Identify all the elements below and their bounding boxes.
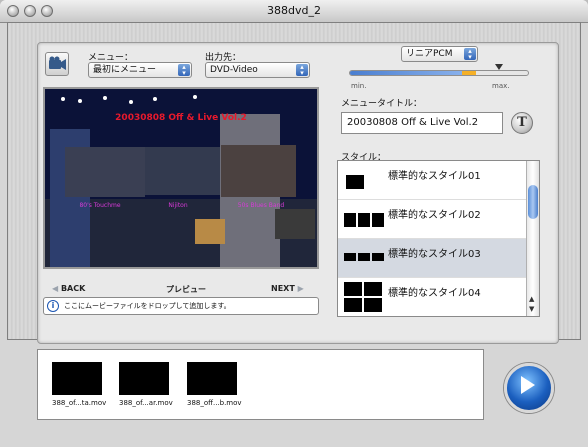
play-icon xyxy=(521,376,535,394)
style-item-02[interactable]: 標準的なスタイル02 xyxy=(338,200,528,239)
style-item-label: 標準的なスタイル02 xyxy=(388,210,481,221)
window-title: 388dvd_2 xyxy=(267,4,321,17)
movie-file[interactable]: 388_of...ar.mov xyxy=(119,362,173,407)
next-label: NEXT xyxy=(271,284,295,293)
triangle-right-icon: ▶ xyxy=(297,284,304,293)
preview-title: 20030808 Off & Live Vol.2 xyxy=(115,113,247,123)
slider-highlight xyxy=(462,71,476,75)
scroll-down-icon[interactable]: ▼ xyxy=(529,305,534,313)
layout-1-icon xyxy=(346,175,364,189)
font-button[interactable]: T xyxy=(511,112,533,134)
next-button[interactable]: NEXT ▶ xyxy=(271,284,304,293)
style-item-label: 標準的なスタイル03 xyxy=(388,249,481,260)
audio-format-value: リニアPCM xyxy=(406,49,453,59)
style-list[interactable]: 標準的なスタイル01 標準的なスタイル02 標準的なスタイル03 標準的なスタイ… xyxy=(337,160,540,317)
layout-3-icon xyxy=(372,253,384,261)
movie-file-name: 388_of...ta.mov xyxy=(52,399,107,407)
camera-icon xyxy=(49,56,66,70)
movie-file-name: 388_of...ar.mov xyxy=(119,399,173,407)
drop-hint-text: ここにムービーファイルをドロップして追加します。 xyxy=(64,302,231,310)
updown-arrows-icon: ▴ ▾ xyxy=(178,64,190,77)
menu-title-field[interactable]: 20030808 Off & Live Vol.2 xyxy=(341,112,503,134)
movie-thumbnail xyxy=(119,362,169,395)
scroll-up-icon[interactable]: ▲ xyxy=(529,295,534,303)
layout-3-icon xyxy=(358,253,370,261)
app-window: 388dvd_2 メニュー： 最初にメニュー ▴ ▾ 出力先： DVD-Video… xyxy=(0,0,588,447)
updown-arrows-icon: ▴ ▾ xyxy=(464,48,476,61)
triangle-left-icon: ◀ xyxy=(52,284,59,293)
layout-2-icon xyxy=(344,213,356,227)
style-item-03[interactable]: 標準的なスタイル03 xyxy=(338,239,528,278)
style-item-04[interactable]: 標準的なスタイル04 xyxy=(338,278,528,316)
style-list-scrollbar[interactable]: ▲ ▼ xyxy=(526,161,539,316)
camera-button[interactable] xyxy=(45,52,69,76)
back-label: BACK xyxy=(60,284,86,293)
layout-4-icon xyxy=(344,282,362,296)
audio-quality-slider[interactable] xyxy=(349,64,529,76)
menu-title-label: メニュータイトル： xyxy=(341,99,423,109)
updown-arrows-icon: ▴ ▾ xyxy=(296,64,308,77)
layout-2-icon xyxy=(358,213,370,227)
slider-fill xyxy=(350,71,475,75)
menu-select[interactable]: 最初にメニュー ▴ ▾ xyxy=(88,62,192,78)
layout-2-icon xyxy=(372,213,384,227)
style-item-label: 標準的なスタイル04 xyxy=(388,288,481,299)
drop-hint-bar: i ここにムービーファイルをドロップして追加します。 xyxy=(43,297,319,315)
layout-3-icon xyxy=(344,253,356,261)
info-icon: i xyxy=(47,300,59,312)
scroll-thumb[interactable] xyxy=(528,185,538,219)
movie-thumbnail xyxy=(52,362,102,395)
slider-min-label: min. xyxy=(351,82,367,90)
slider-knob[interactable] xyxy=(495,64,503,70)
font-t-icon: T xyxy=(517,115,527,130)
chapter-label-3[interactable]: 50s Blues Band xyxy=(221,202,301,209)
output-select-value: DVD-Video xyxy=(210,65,258,75)
movie-file[interactable]: 388_of...ta.mov xyxy=(52,362,107,407)
menu-select-value: 最初にメニュー xyxy=(93,65,157,75)
audio-format-select[interactable]: リニアPCM ▴ ▾ xyxy=(401,46,478,62)
title-bar: 388dvd_2 xyxy=(0,0,588,23)
slider-max-label: max. xyxy=(492,82,510,90)
chapter-label-2[interactable]: Nijiton xyxy=(143,202,213,209)
movie-file[interactable]: 388_off...b.mov xyxy=(187,362,242,407)
movie-file-name: 388_off...b.mov xyxy=(187,399,242,407)
preview-button[interactable]: プレビュー xyxy=(166,284,206,295)
layout-4-icon xyxy=(344,298,362,312)
movie-bin[interactable]: 388_of...ta.mov 388_of...ar.mov 388_off.… xyxy=(37,349,484,420)
movie-thumbnail xyxy=(187,362,237,395)
style-item-01[interactable]: 標準的なスタイル01 xyxy=(338,161,528,200)
back-button[interactable]: ◀ BACK xyxy=(52,284,85,293)
chapter-label-1[interactable]: 80's Touchme xyxy=(65,202,135,209)
burn-play-button[interactable] xyxy=(504,363,554,413)
style-item-label: 標準的なスタイル01 xyxy=(388,171,481,182)
layout-4-icon xyxy=(364,298,382,312)
menu-preview: 20030808 Off & Live Vol.2 80's Touchme N… xyxy=(43,87,319,269)
output-select[interactable]: DVD-Video ▴ ▾ xyxy=(205,62,310,78)
layout-4-icon xyxy=(364,282,382,296)
